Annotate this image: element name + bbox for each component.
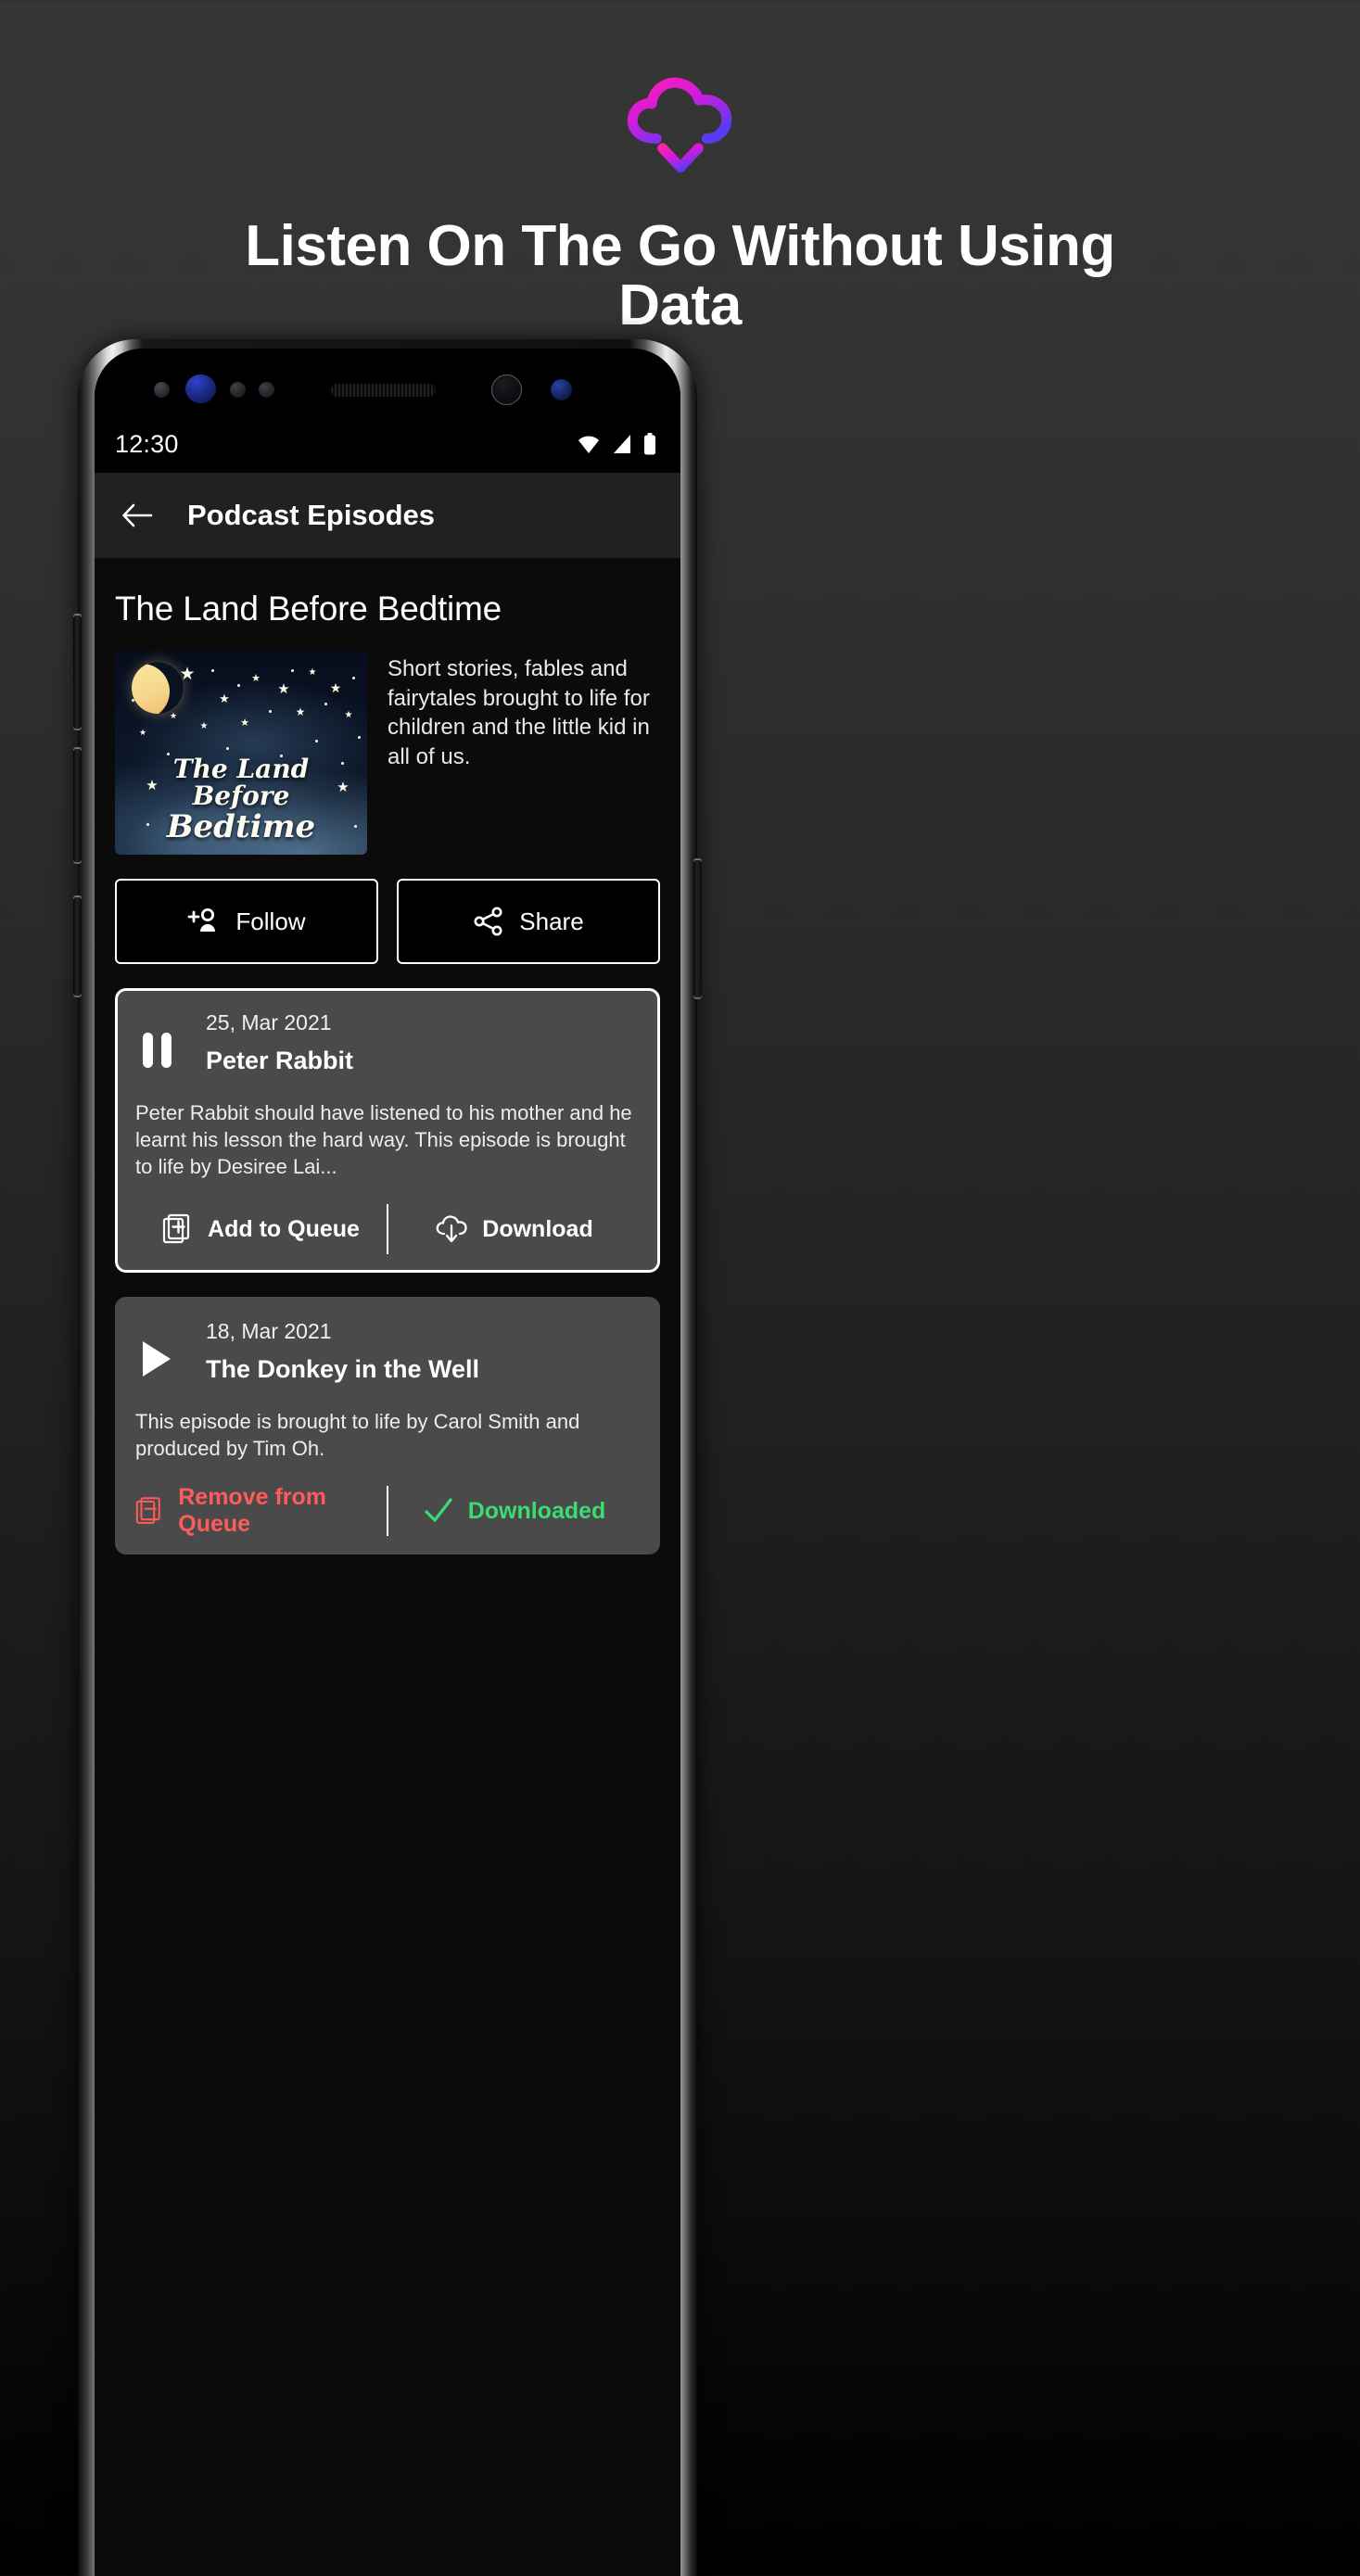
episode-description: This episode is brought to life by Carol… xyxy=(135,1410,580,1461)
add-to-queue-icon xyxy=(162,1213,190,1244)
share-nodes-icon xyxy=(474,907,502,936)
status-icon-group xyxy=(577,433,656,455)
proximity-sensor-icon xyxy=(154,382,170,398)
episode-date: 25, Mar 2021 xyxy=(206,1010,332,1034)
episode-header: 25, Mar 2021 Peter Rabbit xyxy=(135,1010,640,1075)
show-action-row: Follow Share xyxy=(115,879,660,964)
show-artwork: The Land Before Bedtime xyxy=(115,651,367,855)
remove-from-queue-button[interactable]: Remove from Queue xyxy=(135,1484,387,1538)
download-label: Download xyxy=(482,1215,593,1242)
episode-description: Peter Rabbit should have listened to his… xyxy=(135,1101,632,1179)
episode-date: 18, Mar 2021 xyxy=(206,1319,332,1344)
episode-play-state-button[interactable] xyxy=(135,1016,178,1070)
power-button[interactable] xyxy=(693,858,702,999)
crescent-moon-icon xyxy=(132,662,184,714)
person-add-icon xyxy=(188,908,216,932)
light-sensor-icon xyxy=(230,382,246,398)
add-to-queue-label: Add to Queue xyxy=(208,1215,360,1242)
volume-up-button[interactable] xyxy=(73,614,82,730)
episode-title: The Donkey in the Well xyxy=(206,1355,480,1384)
show-header-row: The Land Before Bedtime Short stories, f… xyxy=(115,651,660,855)
episode-card[interactable]: 18, Mar 2021 The Donkey in the Well This… xyxy=(115,1297,660,1555)
episode-card[interactable]: 25, Mar 2021 Peter Rabbit Peter Rabbit s… xyxy=(115,988,660,1274)
show-title: The Land Before Bedtime xyxy=(115,590,502,628)
download-button[interactable]: Download xyxy=(388,1204,640,1254)
episode-title: Peter Rabbit xyxy=(206,1047,354,1074)
artwork-title: The Land Before Bedtime xyxy=(115,755,367,844)
screen-content: The Land Before Bedtime The Land Before … xyxy=(95,558,680,2576)
status-clock: 12:30 xyxy=(115,429,179,458)
episode-meta: 18, Mar 2021 The Donkey in the Well xyxy=(206,1319,479,1384)
follow-button[interactable]: Follow xyxy=(115,879,378,964)
episode-header: 18, Mar 2021 The Donkey in the Well xyxy=(135,1319,640,1384)
artwork-line-1: The Land xyxy=(172,753,310,784)
phone-mockup: 12:30 Podcast Episodes The Land Before B… xyxy=(73,339,702,2576)
remove-from-queue-icon xyxy=(135,1497,160,1525)
episode-play-state-button[interactable] xyxy=(135,1325,178,1378)
front-camera-icon xyxy=(185,374,216,403)
share-button[interactable]: Share xyxy=(397,879,660,964)
episode-action-row: Add to Queue Download xyxy=(135,1204,640,1255)
back-button[interactable] xyxy=(115,493,159,538)
ir-sensor-icon xyxy=(259,382,274,398)
earpiece-speaker-icon xyxy=(331,384,436,397)
show-description: Short stories, fables and fairytales bro… xyxy=(388,656,650,770)
downloaded-status[interactable]: Downloaded xyxy=(388,1486,640,1536)
check-icon xyxy=(425,1498,452,1522)
battery-icon xyxy=(644,433,655,455)
hero-title-line-1: Listen On The Go Without xyxy=(245,214,943,278)
page-title: Listen On The Go Without Using Data xyxy=(217,217,1144,336)
phone-screen: 12:30 Podcast Episodes The Land Before B… xyxy=(95,349,680,2576)
artwork-line-3: Bedtime xyxy=(166,807,316,845)
phone-bezel xyxy=(95,349,680,415)
cloud-download-icon xyxy=(627,77,731,172)
app-bar: Podcast Episodes xyxy=(95,473,680,558)
add-to-queue-button[interactable]: Add to Queue xyxy=(135,1204,387,1254)
hero-section: Listen On The Go Without Using Data xyxy=(0,0,1360,336)
cellular-signal-icon xyxy=(614,435,630,453)
artwork-line-2: Before xyxy=(192,780,290,812)
depth-camera-icon xyxy=(491,374,522,405)
follow-button-label: Follow xyxy=(235,907,306,935)
side-button-extra[interactable] xyxy=(73,895,82,997)
back-arrow-icon xyxy=(122,503,153,527)
pause-icon xyxy=(142,1033,172,1068)
status-bar: 12:30 xyxy=(95,415,680,473)
episode-meta: 25, Mar 2021 Peter Rabbit xyxy=(206,1010,353,1075)
episode-action-row: Remove from Queue Downloaded xyxy=(135,1484,640,1538)
remove-from-queue-label: Remove from Queue xyxy=(178,1484,327,1538)
share-button-label: Share xyxy=(519,907,584,935)
play-icon xyxy=(143,1341,171,1377)
download-cloud-icon xyxy=(436,1215,467,1243)
volume-down-button[interactable] xyxy=(73,747,82,864)
secondary-camera-icon xyxy=(551,379,572,400)
wifi-icon xyxy=(578,436,599,453)
downloaded-label: Downloaded xyxy=(467,1497,606,1524)
app-bar-title: Podcast Episodes xyxy=(187,499,436,531)
